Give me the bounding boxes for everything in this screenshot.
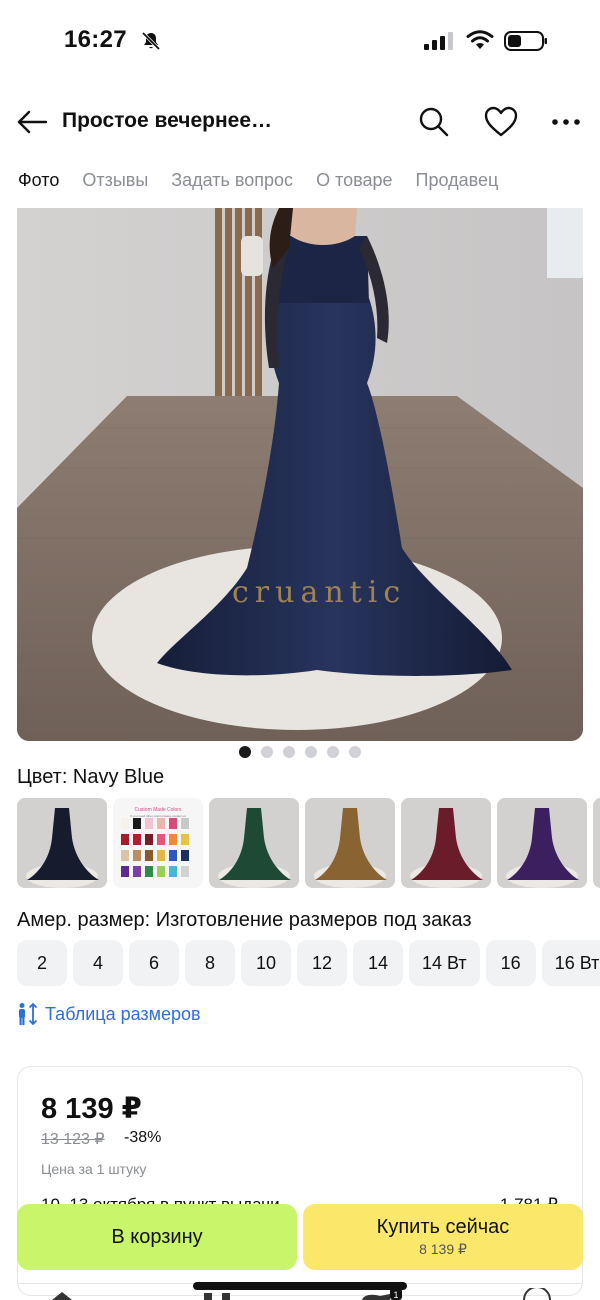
dress-thumbnail	[401, 798, 491, 888]
current-price: 8 139 ₽	[41, 1093, 142, 1125]
watermark-text: cruantic	[232, 575, 406, 610]
swatch-navy[interactable]	[17, 798, 107, 888]
dress-illustration: cruantic	[17, 208, 583, 741]
color-chart-title: Custom Made Colors	[134, 807, 182, 813]
swatch-more[interactable]	[593, 798, 600, 888]
product-photo[interactable]: cruantic	[17, 208, 583, 741]
unit-price-note: Цена за 1 штуку	[41, 1161, 147, 1177]
status-time: 16:27	[64, 26, 127, 53]
size-table-label: Таблица размеров	[45, 1003, 201, 1024]
battery-icon	[504, 31, 547, 51]
tab-photo[interactable]: Фото	[18, 170, 59, 196]
more-options-icon[interactable]	[548, 104, 584, 140]
swatch-custom-colors-chart[interactable]: Custom Made Colors If you need other col…	[113, 798, 203, 888]
tab-reviews[interactable]: Отзывы	[82, 170, 148, 196]
swatch-burgundy[interactable]	[401, 798, 491, 888]
size-option-10[interactable]: 10	[241, 940, 291, 986]
pagination-dot[interactable]	[239, 746, 251, 758]
swatch-bronze[interactable]	[305, 798, 395, 888]
swatch-green[interactable]	[209, 798, 299, 888]
pagination-dot[interactable]	[327, 746, 339, 758]
dress-thumbnail	[593, 798, 600, 888]
buy-now-button[interactable]: Купить сейчас 8 139 ₽	[303, 1204, 583, 1270]
color-swatches: Custom Made Colors If you need other col…	[17, 798, 600, 890]
dress-thumbnail	[305, 798, 395, 888]
size-label: Амер. размер: Изготовление размеров под …	[17, 909, 472, 931]
pagination-dot[interactable]	[305, 746, 317, 758]
home-indicator	[193, 1282, 407, 1290]
tab-ask-question[interactable]: Задать вопрос	[171, 170, 293, 196]
size-option-16[interactable]: 16	[485, 940, 536, 986]
add-to-cart-button[interactable]: В корзину	[17, 1204, 297, 1270]
wifi-icon	[466, 30, 494, 49]
heart-icon[interactable]	[483, 104, 519, 140]
size-option-2[interactable]: 2	[17, 940, 67, 986]
pagination-dot[interactable]	[283, 746, 295, 758]
size-chart-icon	[19, 1002, 38, 1026]
size-option-14[interactable]: 14	[353, 940, 403, 986]
old-price: 13 123 ₽	[41, 1131, 105, 1148]
pagination-dot[interactable]	[261, 746, 273, 758]
tab-about-product[interactable]: О товаре	[316, 170, 392, 196]
size-option-6[interactable]: 6	[129, 940, 179, 986]
discount-badge: -38%	[124, 1129, 162, 1146]
add-to-cart-label: В корзину	[111, 1225, 203, 1248]
size-table-link[interactable]: Таблица размеров	[17, 1002, 201, 1026]
product-title: Простое вечернее…	[62, 109, 273, 132]
search-icon[interactable]	[416, 104, 452, 140]
size-option-14w[interactable]: 14 Вт	[409, 940, 480, 986]
section-tabs: Фото Отзывы Задать вопрос О товаре Прода…	[18, 170, 521, 196]
color-chart-note: If you need other colors please contact …	[130, 814, 186, 818]
product-header: Простое вечернее…	[0, 96, 600, 148]
dress-thumbnail	[209, 798, 299, 888]
tab-seller[interactable]: Продавец	[416, 170, 499, 196]
swatch-purple[interactable]	[497, 798, 587, 888]
size-option-12[interactable]: 12	[297, 940, 347, 986]
cart-count-text: 1	[393, 1290, 398, 1300]
pagination-dot[interactable]	[349, 746, 361, 758]
color-label: Цвет: Navy Blue	[17, 766, 165, 788]
size-option-4[interactable]: 4	[73, 940, 123, 986]
size-option-8[interactable]: 8	[185, 940, 235, 986]
photo-pagination	[0, 746, 600, 758]
profile-nav-icon[interactable]	[523, 1288, 551, 1300]
buy-now-label: Купить сейчас	[376, 1216, 510, 1238]
buy-now-price: 8 139 ₽	[419, 1241, 467, 1257]
status-bar: 16:27	[0, 0, 600, 84]
cart-nav-icon[interactable]	[362, 1294, 390, 1300]
bell-muted-icon	[141, 31, 161, 51]
dress-thumbnail	[497, 798, 587, 888]
cellular-signal-icon	[424, 32, 453, 50]
dress-thumbnail	[17, 798, 107, 888]
home-nav-icon[interactable]	[52, 1292, 72, 1300]
catalog-nav-icon[interactable]	[204, 1293, 212, 1300]
size-option-16w[interactable]: 16 Вт	[541, 940, 600, 986]
catalog-nav-icon-part	[222, 1293, 230, 1300]
size-options: 2 4 6 8 10 12 14 14 Вт 16 16 Вт	[17, 940, 600, 986]
back-arrow-icon[interactable]	[14, 104, 50, 140]
